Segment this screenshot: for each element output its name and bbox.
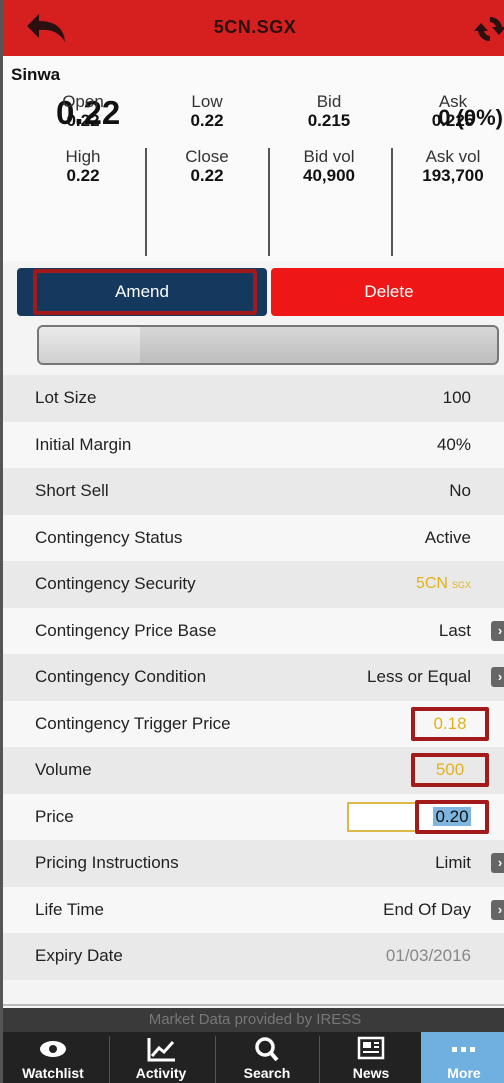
tab-label: Search bbox=[243, 1065, 291, 1081]
tab-watchlist[interactable]: Watchlist bbox=[3, 1032, 103, 1083]
tab-divider bbox=[319, 1036, 320, 1083]
tab-more[interactable]: More bbox=[421, 1032, 504, 1083]
delete-button[interactable]: Delete bbox=[271, 268, 504, 316]
stat-bid: Bid 0.215 bbox=[307, 92, 351, 130]
detail-value: 01/03/2016 bbox=[385, 946, 471, 965]
detail-label: Contingency Trigger Price bbox=[35, 713, 231, 733]
detail-value: End Of Day bbox=[383, 899, 471, 919]
amend-button[interactable]: Amend bbox=[17, 268, 267, 316]
detail-label: Contingency Condition bbox=[35, 667, 207, 686]
stat-ask-vol: Ask vol 193,700 bbox=[422, 147, 484, 185]
detail-value: Limit bbox=[435, 853, 471, 872]
detail-value: No bbox=[449, 481, 471, 500]
detail-label: Contingency Security bbox=[35, 574, 196, 593]
data-provider-note: Market Data provided by IRESS bbox=[3, 1008, 504, 1032]
volume-input[interactable]: 500 bbox=[411, 753, 489, 787]
tab-news[interactable]: News bbox=[321, 1032, 421, 1083]
security-name: Sinwa bbox=[11, 65, 61, 84]
detail-label: Lot Size bbox=[35, 388, 97, 407]
detail-row-contingency-trigger-price: Contingency Trigger Price 0.18 bbox=[3, 700, 504, 747]
more-dots-icon bbox=[452, 1047, 475, 1052]
stats-divider bbox=[145, 148, 147, 256]
detail-row-contingency-status: Contingency Status Active bbox=[3, 514, 504, 561]
tab-divider bbox=[109, 1036, 110, 1083]
quote-stats: Open 0.22 Low 0.22 Bid 0.215 Ask 0.225 High 0… bbox=[23, 92, 504, 202]
detail-label: Pricing Instructions bbox=[35, 853, 179, 872]
refresh-button[interactable] bbox=[473, 12, 504, 46]
detail-row-price: Price 0.20 bbox=[3, 793, 504, 840]
detail-label: Initial Margin bbox=[35, 434, 132, 454]
tab-label: Activity bbox=[135, 1065, 187, 1081]
progress-fill bbox=[39, 327, 140, 363]
detail-label: Volume bbox=[35, 760, 92, 779]
detail-value: Last bbox=[438, 620, 471, 640]
content-bottom-divider bbox=[3, 982, 504, 1006]
detail-row-lot-size: Lot Size 100 bbox=[3, 375, 504, 422]
search-icon bbox=[255, 1037, 279, 1062]
stats-divider bbox=[268, 148, 270, 256]
detail-row-expiry-date: Expiry Date 01/03/2016 bbox=[3, 933, 504, 980]
order-actions: Amend Delete bbox=[3, 268, 504, 316]
price-value[interactable]: 0.20 bbox=[415, 799, 489, 834]
tab-label: News bbox=[352, 1065, 390, 1081]
chevron-right-icon[interactable]: › bbox=[491, 667, 504, 687]
page-title: 5CN.SGX bbox=[213, 17, 297, 37]
stat-ask: Ask 0.225 bbox=[431, 92, 475, 130]
tab-search[interactable]: Search bbox=[217, 1032, 317, 1083]
stat-close: Close 0.22 bbox=[185, 147, 229, 185]
newspaper-icon bbox=[357, 1036, 385, 1060]
tab-divider bbox=[215, 1036, 216, 1083]
tab-label: Watchlist bbox=[22, 1065, 84, 1081]
trigger-price-input[interactable]: 0.18 bbox=[411, 706, 489, 741]
eye-icon bbox=[40, 1041, 66, 1057]
detail-row-initial-margin: Initial Margin 40% bbox=[3, 421, 504, 468]
stat-high: High 0.22 bbox=[65, 147, 101, 185]
detail-label: Short Sell bbox=[35, 481, 109, 500]
detail-row-contingency-security: Contingency Security 5CN SGX bbox=[3, 561, 504, 608]
contingency-security-link[interactable]: 5CN SGX bbox=[416, 561, 471, 609]
refresh-icon bbox=[474, 16, 504, 42]
detail-label: Expiry Date bbox=[35, 946, 123, 965]
detail-label: Price bbox=[35, 806, 74, 826]
detail-row-short-sell: Short Sell No bbox=[3, 468, 504, 515]
detail-label: Life Time bbox=[35, 899, 104, 919]
detail-value: 100 bbox=[442, 388, 471, 407]
tab-activity[interactable]: Activity bbox=[111, 1032, 211, 1083]
chevron-right-icon[interactable]: › bbox=[491, 620, 504, 641]
detail-row-volume: Volume 500 bbox=[3, 747, 504, 794]
tab-bar: Watchlist Activity Search News More bbox=[3, 1032, 504, 1083]
detail-row-contingency-price-base[interactable]: Contingency Price Base Last › bbox=[3, 607, 504, 654]
detail-label: Contingency Price Base bbox=[35, 620, 217, 640]
tab-label: More bbox=[447, 1065, 481, 1081]
detail-label: Contingency Status bbox=[35, 527, 183, 547]
chevron-right-icon[interactable]: › bbox=[491, 899, 504, 920]
order-details: Lot Size 100 Initial Margin 40% Short Se… bbox=[3, 375, 504, 980]
progress-bar bbox=[37, 325, 499, 365]
detail-value: Less or Equal bbox=[367, 667, 471, 686]
detail-row-contingency-condition[interactable]: Contingency Condition Less or Equal › bbox=[3, 654, 504, 701]
chart-line-icon bbox=[147, 1038, 175, 1062]
top-bar: 5CN.SGX bbox=[3, 0, 504, 56]
detail-value: 40% bbox=[436, 434, 471, 454]
chevron-right-icon[interactable]: › bbox=[491, 853, 504, 873]
detail-row-life-time[interactable]: Life Time End Of Day › bbox=[3, 886, 504, 933]
bottom-navigation: Market Data provided by IRESS Watchlist … bbox=[3, 1008, 504, 1083]
stat-bid-vol: Bid vol 40,900 bbox=[303, 147, 355, 185]
price-input[interactable] bbox=[347, 801, 419, 832]
stat-open: Open 0.22 bbox=[62, 92, 104, 130]
detail-value: Active bbox=[424, 527, 471, 547]
detail-row-pricing-instructions[interactable]: Pricing Instructions Limit › bbox=[3, 840, 504, 887]
stat-low: Low 0.22 bbox=[190, 92, 224, 130]
stats-divider bbox=[391, 148, 393, 256]
